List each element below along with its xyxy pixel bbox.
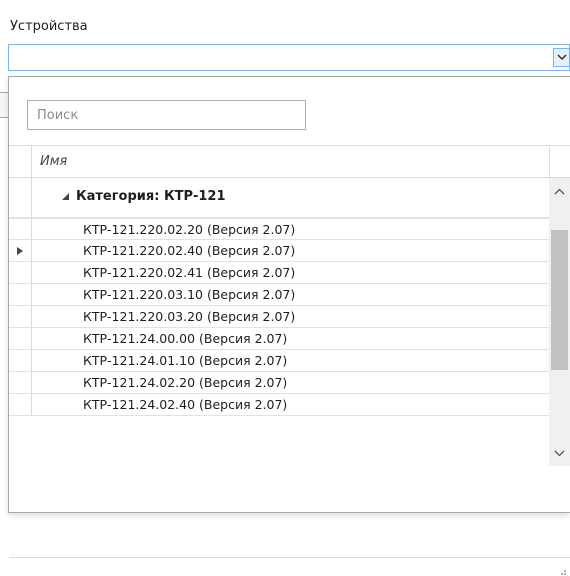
vertical-scrollbar[interactable] [549,178,570,466]
category-label: Категория: КТР-121 [76,189,226,204]
device-rows: КТР-121.220.02.20 (Версия 2.07) КТР-121.2… [9,218,549,416]
row-selector[interactable] [9,350,32,371]
scroll-thumb[interactable] [551,230,568,370]
row-selector[interactable] [9,284,32,305]
category-group-row[interactable]: Категория: КТР-121 [9,178,549,218]
row-selector[interactable] [9,328,32,349]
devices-label: Устройства [10,19,88,34]
row-selector[interactable] [9,372,32,393]
device-name: КТР-121.24.00.00 (Версия 2.07) [83,331,288,346]
row-pointer-icon [17,247,23,255]
device-row[interactable]: КТР-121.220.02.20 (Версия 2.07) [9,218,549,240]
device-row[interactable]: КТР-121.220.03.20 (Версия 2.07) [9,306,549,328]
device-row[interactable]: КТР-121.24.02.20 (Версия 2.07) [9,372,549,394]
dropdown-chevron-icon [557,54,567,61]
underlying-field-edge [0,92,8,118]
device-name: КТР-121.220.03.20 (Версия 2.07) [83,309,296,324]
column-divider [549,146,550,177]
devices-dropdown-popup: Имя Категория: КТР-121 КТР-121.220.02.20… [8,76,570,575]
row-selector[interactable] [9,219,32,239]
grid-bottom-border [9,557,570,558]
devices-combobox[interactable] [8,44,570,71]
device-name: КТР-121.220.02.40 (Версия 2.07) [83,243,296,258]
row-header-column [9,146,32,177]
device-row[interactable]: КТР-121.220.02.40 (Версия 2.07) [9,240,549,262]
device-name: КТР-121.220.02.20 (Версия 2.07) [83,222,296,237]
device-row[interactable]: КТР-121.220.02.41 (Версия 2.07) [9,262,549,284]
row-selector[interactable] [9,306,32,327]
row-selector[interactable] [9,262,32,283]
device-name: КТР-121.24.01.10 (Версия 2.07) [83,353,288,368]
grid-header: Имя [9,146,570,178]
row-selector [9,178,32,218]
scroll-down-icon[interactable] [554,450,565,457]
device-name: КТР-121.24.02.40 (Версия 2.07) [83,397,288,412]
device-row[interactable]: КТР-121.24.01.10 (Версия 2.07) [9,350,549,372]
collapse-triangle-icon[interactable] [61,192,70,201]
device-name: КТР-121.220.03.10 (Версия 2.07) [83,287,296,302]
devices-grid: Имя Категория: КТР-121 КТР-121.220.02.20… [9,145,570,575]
row-selector[interactable] [9,240,32,261]
device-row[interactable]: КТР-121.24.00.00 (Версия 2.07) [9,328,549,350]
resize-grip-icon[interactable] [557,566,567,576]
combo-dropdown-button[interactable] [553,48,570,67]
device-name: КТР-121.220.02.41 (Версия 2.07) [83,265,296,280]
device-row[interactable]: КТР-121.24.02.40 (Версия 2.07) [9,394,549,416]
device-row[interactable]: КТР-121.220.03.10 (Версия 2.07) [9,284,549,306]
scroll-up-icon[interactable] [554,188,565,195]
row-selector[interactable] [9,394,32,415]
device-name: КТР-121.24.02.20 (Версия 2.07) [83,375,288,390]
search-input[interactable] [27,100,306,130]
column-header-name[interactable]: Имя [40,154,67,169]
